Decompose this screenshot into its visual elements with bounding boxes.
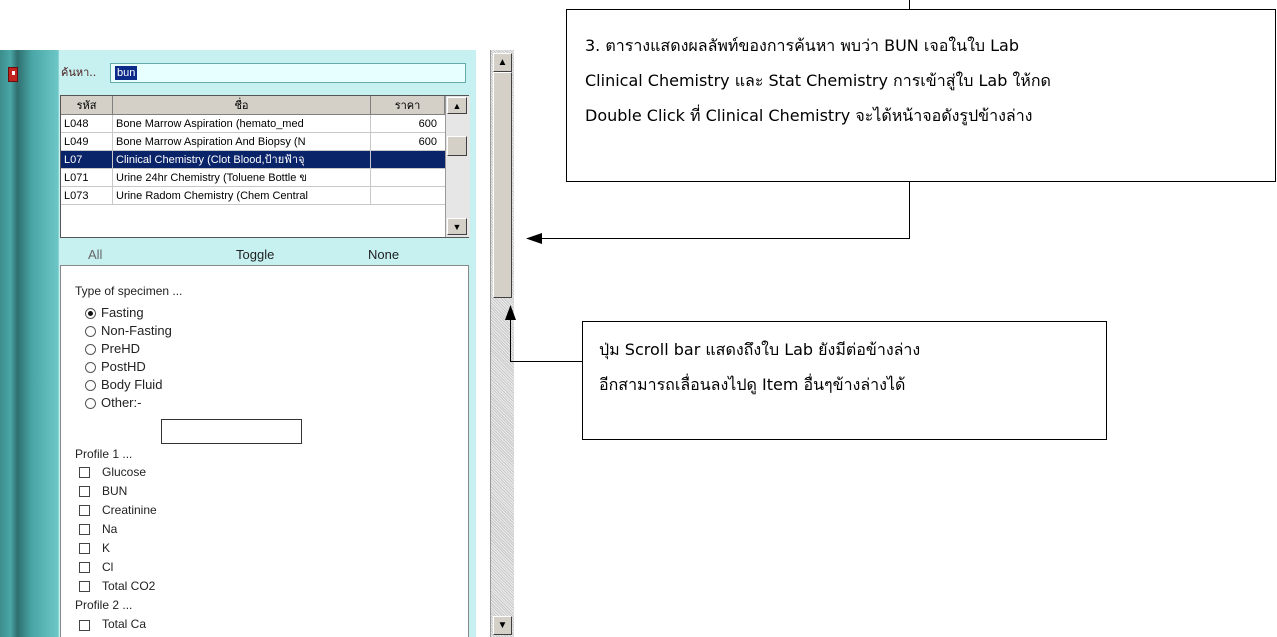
scroll-up-arrow-icon[interactable]: ▲ [447, 97, 467, 114]
cell-price [371, 187, 443, 204]
column-header-name[interactable]: ชื่อ [113, 96, 371, 115]
checkbox-label: Na [102, 522, 118, 536]
checkbox-cl[interactable] [79, 562, 90, 573]
table-scrollbar[interactable]: ▲ ▼ [445, 96, 470, 237]
connector-line [909, 182, 910, 239]
connector-line [909, 0, 910, 9]
cell-name: Urine Radom Chemistry (Chem Central [113, 187, 371, 204]
cell-code: L071 [61, 169, 113, 186]
radio-label: Body Fluid [101, 377, 163, 392]
checkbox-label: Glucose [102, 465, 147, 479]
column-header-code[interactable]: รหัส [61, 96, 113, 115]
table-row-selected[interactable]: L07 Clinical Chemistry (Clot Blood,ป้ายฟ… [61, 151, 445, 169]
window-side-strip [0, 50, 58, 637]
select-all-button[interactable]: All [88, 247, 102, 262]
checkbox-bun[interactable] [79, 486, 90, 497]
connector-line [510, 318, 511, 362]
annotation-line: อีกสามารถเลื่อนลงไปดู Item อื่นๆข้างล่าง… [599, 375, 906, 394]
checkbox-label: Cl [102, 560, 114, 574]
scroll-up-arrow-icon[interactable]: ▲ [493, 53, 512, 72]
checkbox-label: Total Ca [102, 617, 147, 631]
scroll-down-arrow-icon[interactable]: ▼ [447, 218, 467, 235]
cell-price: 600 [418, 118, 437, 130]
profile-2-title: Profile 2 ... [75, 598, 133, 612]
selection-toggle-bar: All Toggle None [60, 246, 469, 264]
annotation-line: Double Click ที่ Clinical Chemistry จะได… [585, 106, 1033, 125]
table-scroll-thumb[interactable] [447, 136, 467, 156]
cell-name: Bone Marrow Aspiration (hemato_med [113, 115, 371, 132]
cell-name: Urine 24hr Chemistry (Toluene Bottle ข [113, 169, 371, 186]
checkbox-label: Total CO2 [102, 579, 156, 593]
radio-body-fluid[interactable] [85, 380, 96, 391]
search-input[interactable] [110, 63, 466, 83]
cell-price [371, 169, 443, 186]
annotation-line: Clinical Chemistry และ Stat Chemistry กา… [585, 71, 1051, 90]
cell-name: Bone Marrow Aspiration And Biopsy (N [113, 133, 371, 150]
connector-line [510, 361, 582, 362]
select-none-button[interactable]: None [368, 247, 399, 262]
cell-code: L07 [61, 151, 113, 168]
column-header-price[interactable]: ราคา [371, 96, 445, 115]
checkbox-label: K [102, 541, 111, 555]
radio-label: Other:- [101, 395, 142, 410]
cell-code: L073 [61, 187, 113, 204]
radio-other[interactable] [85, 398, 96, 409]
checkbox-label: BUN [102, 484, 128, 498]
table-row[interactable]: L071 Urine 24hr Chemistry (Toluene Bottl… [61, 169, 445, 187]
specimen-type-title: Type of specimen ... [75, 284, 183, 298]
annotation-callout-results: 3. ตารางแสดงผลลัพท์ของการค้นหา พบว่า BUN… [566, 9, 1276, 182]
cell-price [371, 151, 443, 168]
checkbox-creatinine[interactable] [79, 505, 90, 516]
cell-code: L048 [61, 115, 113, 132]
arrow-left-icon [526, 233, 542, 244]
search-input-value: bun [115, 66, 138, 80]
cell-code: L049 [61, 133, 113, 150]
connector-line [540, 238, 910, 239]
cell-price: 600 [418, 136, 437, 148]
other-specimen-input[interactable] [161, 419, 302, 444]
annotation-line: 3. ตารางแสดงผลลัพท์ของการค้นหา พบว่า BUN… [585, 36, 1019, 55]
radio-label: Fasting [101, 305, 144, 320]
scroll-down-arrow-icon[interactable]: ▼ [493, 616, 512, 635]
radio-posthd[interactable] [85, 362, 96, 373]
form-scroll-thumb[interactable] [493, 72, 512, 298]
annotation-line: ปุ่ม Scroll bar แสดงถึงใบ Lab ยังมีต่อข้… [599, 340, 921, 359]
annotation-callout-scrollbar: ปุ่ม Scroll bar แสดงถึงใบ Lab ยังมีต่อข้… [582, 321, 1107, 440]
radio-non-fasting[interactable] [85, 326, 96, 337]
app-icon[interactable] [8, 67, 18, 82]
toggle-button[interactable]: Toggle [236, 247, 274, 262]
checkbox-glucose[interactable] [79, 467, 90, 478]
table-row[interactable]: L049 Bone Marrow Aspiration And Biopsy (… [61, 133, 445, 151]
radio-label: PostHD [101, 359, 146, 374]
profile-1-title: Profile 1 ... [75, 447, 133, 461]
cell-name: Clinical Chemistry (Clot Blood,ป้ายฟ้าจุ [113, 151, 371, 168]
search-results-table: รหัส ชื่อ ราคา L048 Bone Marrow Aspirati… [60, 95, 470, 238]
radio-fasting[interactable] [85, 308, 96, 319]
checkbox-na[interactable] [79, 524, 90, 535]
arrow-up-icon [505, 305, 516, 320]
checkbox-label: Creatinine [102, 503, 157, 517]
checkbox-k[interactable] [79, 543, 90, 554]
table-row[interactable]: L073 Urine Radom Chemistry (Chem Central [61, 187, 445, 205]
table-row[interactable]: L048 Bone Marrow Aspiration (hemato_med … [61, 115, 445, 133]
radio-prehd[interactable] [85, 344, 96, 355]
radio-label: Non-Fasting [101, 323, 172, 338]
radio-label: PreHD [101, 341, 141, 356]
search-label: ค้นหา.. [61, 66, 97, 79]
checkbox-total-ca[interactable] [79, 620, 90, 631]
checkbox-total-co2[interactable] [79, 581, 90, 592]
